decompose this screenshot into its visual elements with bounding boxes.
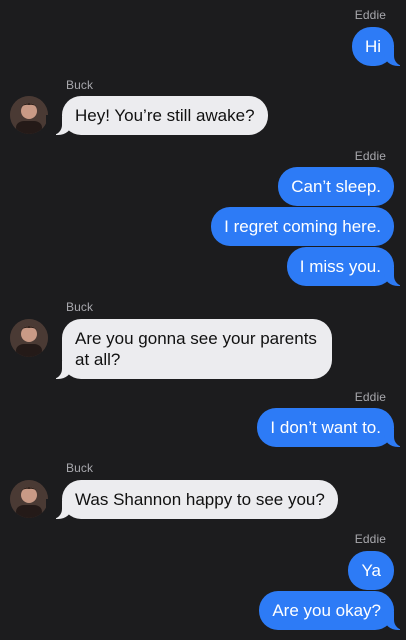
message-bubble-incoming[interactable]: Was Shannon happy to see you? (46, 480, 338, 519)
message-bubble-outgoing[interactable]: Ya (348, 551, 394, 590)
message-text: Are you gonna see your parents at all? (75, 329, 317, 369)
message-bubble-outgoing[interactable]: I regret coming here. (211, 207, 394, 246)
sender-label-buck: Buck (66, 461, 94, 475)
sender-label-eddie: Eddie (354, 532, 386, 546)
message-bubble-incoming[interactable]: Hey! You’re still awake? (46, 96, 268, 135)
avatar-photo-icon (10, 96, 48, 134)
message-text: Hi (364, 37, 381, 56)
message-bubble-outgoing[interactable]: I don’t want to. (257, 408, 406, 447)
sender-label-eddie: Eddie (354, 149, 386, 163)
sender-label-buck: Buck (66, 300, 94, 314)
message-text: Can’t sleep. (291, 177, 381, 196)
message-bubble-outgoing[interactable]: Are you okay? (259, 591, 406, 630)
message-bubble-outgoing[interactable]: Hi (351, 27, 406, 66)
buck-avatar[interactable] (10, 480, 48, 518)
message-text: I regret coming here. (224, 217, 381, 236)
message-text: I don’t want to. (270, 418, 381, 437)
avatar-photo-icon (10, 319, 48, 357)
sender-label-buck: Buck (66, 78, 94, 92)
message-thread: Eddie Hi Buck Hey! You’re still awake? E… (0, 0, 406, 640)
message-text: Hey! You’re still awake? (75, 106, 255, 125)
sender-label-eddie: Eddie (354, 8, 386, 22)
message-text: Ya (361, 561, 381, 580)
avatar-photo-icon (10, 480, 48, 518)
message-bubble-outgoing[interactable]: I miss you. (286, 247, 406, 286)
message-text: Are you okay? (272, 601, 381, 620)
buck-avatar[interactable] (10, 319, 48, 357)
buck-avatar[interactable] (10, 96, 48, 134)
message-bubble-incoming[interactable]: Are you gonna see your parents at all? (46, 319, 332, 379)
message-text: Was Shannon happy to see you? (75, 490, 325, 509)
message-bubble-outgoing[interactable]: Can’t sleep. (278, 167, 394, 206)
message-text: I miss you. (299, 257, 381, 276)
sender-label-eddie: Eddie (354, 390, 386, 404)
